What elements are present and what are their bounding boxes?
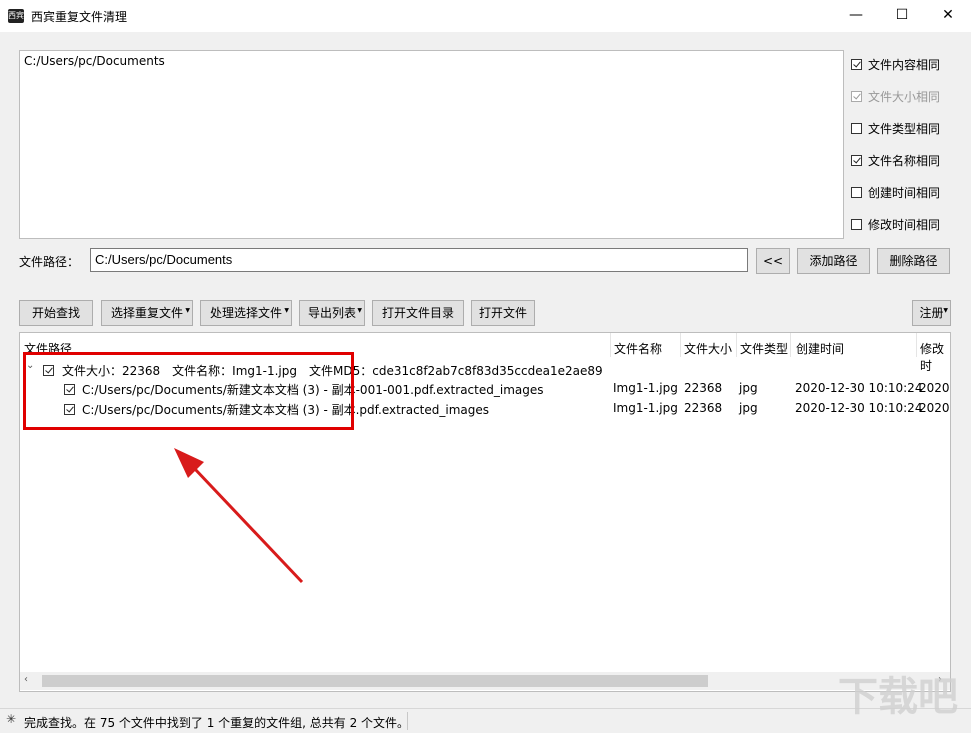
scroll-left-icon[interactable]: ‹ <box>24 674 28 685</box>
row-modified: 2020- <box>919 401 951 415</box>
spinner-icon: ✳ <box>6 712 17 726</box>
header-size[interactable]: 文件大小 <box>684 340 732 357</box>
dropdown-arrow-icon: ▼ <box>284 307 289 314</box>
annotation-arrow <box>174 448 304 584</box>
row-size: 22368 <box>684 381 723 395</box>
export-list-button[interactable]: 导出列表 ▼ <box>299 300 365 326</box>
status-bar: ✳ 完成查找。在 75 个文件中找到了 1 个重复的文件组, 总共有 2 个文件… <box>0 708 971 733</box>
option-label: 文件大小相同 <box>868 90 941 104</box>
annotation-highlight-box <box>23 352 354 430</box>
row-name: Img1-1.jpg <box>613 401 678 415</box>
checkbox-type-same[interactable] <box>851 123 862 134</box>
horizontal-scrollbar[interactable]: ‹ › <box>20 672 950 690</box>
scrollbar-thumb[interactable] <box>42 675 708 687</box>
header-created[interactable]: 创建时间 <box>796 340 844 357</box>
row-name: Img1-1.jpg <box>613 381 678 395</box>
path-input[interactable]: C:/Users/pc/Documents <box>90 248 748 272</box>
option-label: 文件名称相同 <box>868 154 941 168</box>
column-divider[interactable] <box>790 333 791 357</box>
checkbox-name-same[interactable] <box>851 155 862 166</box>
title-bar: 西宾 西宾重复文件清理 — ☐ ✕ <box>0 0 971 32</box>
watermark: 下载吧 <box>838 674 958 720</box>
select-duplicates-button[interactable]: 选择重复文件 ▼ <box>101 300 193 326</box>
process-selected-label: 处理选择文件 <box>209 306 282 320</box>
open-folder-button[interactable]: 打开文件目录 <box>372 300 464 326</box>
add-path-button[interactable]: 添加路径 <box>797 248 870 274</box>
row-created: 2020-12-30 10:10:24 <box>795 401 923 415</box>
option-type-same[interactable]: 文件类型相同 <box>851 120 940 138</box>
header-type[interactable]: 文件类型 <box>740 340 788 357</box>
checkbox-content-same[interactable] <box>851 59 862 70</box>
row-size: 22368 <box>684 401 723 415</box>
checkbox-modified-same[interactable] <box>851 219 862 230</box>
checkbox-created-same[interactable] <box>851 187 862 198</box>
option-label: 创建时间相同 <box>868 186 941 200</box>
row-type: jpg <box>739 401 758 415</box>
browse-button[interactable]: << <box>756 248 790 274</box>
row-modified: 2020- <box>919 381 951 395</box>
header-name[interactable]: 文件名称 <box>614 340 662 357</box>
minimize-button[interactable]: — <box>833 0 879 32</box>
option-size-same: 文件大小相同 <box>851 88 940 106</box>
column-divider[interactable] <box>916 333 917 357</box>
app-icon: 西宾 <box>8 9 24 23</box>
option-label: 文件内容相同 <box>868 58 941 72</box>
path-label: 文件路径： <box>19 255 80 269</box>
close-button[interactable]: ✕ <box>925 0 971 32</box>
option-content-same[interactable]: 文件内容相同 <box>851 56 940 74</box>
option-label: 文件类型相同 <box>868 122 941 136</box>
select-duplicates-label: 选择重复文件 <box>110 306 183 320</box>
option-created-same[interactable]: 创建时间相同 <box>851 184 940 202</box>
arrow-line <box>192 466 304 584</box>
register-label: 注册 <box>919 306 944 320</box>
open-file-button[interactable]: 打开文件 <box>471 300 535 326</box>
register-button[interactable]: 注册 ▼ <box>912 300 951 326</box>
search-path-list[interactable]: C:/Users/pc/Documents <box>19 50 844 239</box>
window-title: 西宾重复文件清理 <box>31 10 128 24</box>
search-path-item[interactable]: C:/Users/pc/Documents <box>24 54 165 68</box>
column-divider[interactable] <box>680 333 681 357</box>
start-search-button[interactable]: 开始查找 <box>19 300 93 326</box>
dropdown-arrow-icon: ▼ <box>357 307 362 314</box>
status-text: 完成查找。在 75 个文件中找到了 1 个重复的文件组, 总共有 2 个文件。 <box>24 716 410 730</box>
row-type: jpg <box>739 381 758 395</box>
option-label: 修改时间相同 <box>868 218 941 232</box>
checkbox-size-same <box>851 91 862 102</box>
maximize-button[interactable]: ☐ <box>879 0 925 32</box>
column-divider[interactable] <box>610 333 611 357</box>
remove-path-button[interactable]: 删除路径 <box>877 248 950 274</box>
option-name-same[interactable]: 文件名称相同 <box>851 152 940 170</box>
column-divider[interactable] <box>736 333 737 357</box>
dropdown-arrow-icon: ▼ <box>943 307 948 314</box>
export-list-label: 导出列表 <box>307 306 356 320</box>
process-selected-button[interactable]: 处理选择文件 ▼ <box>200 300 292 326</box>
option-modified-same[interactable]: 修改时间相同 <box>851 216 940 234</box>
status-divider <box>407 712 408 730</box>
row-created: 2020-12-30 10:10:24 <box>795 381 923 395</box>
dropdown-arrow-icon: ▼ <box>185 307 190 314</box>
